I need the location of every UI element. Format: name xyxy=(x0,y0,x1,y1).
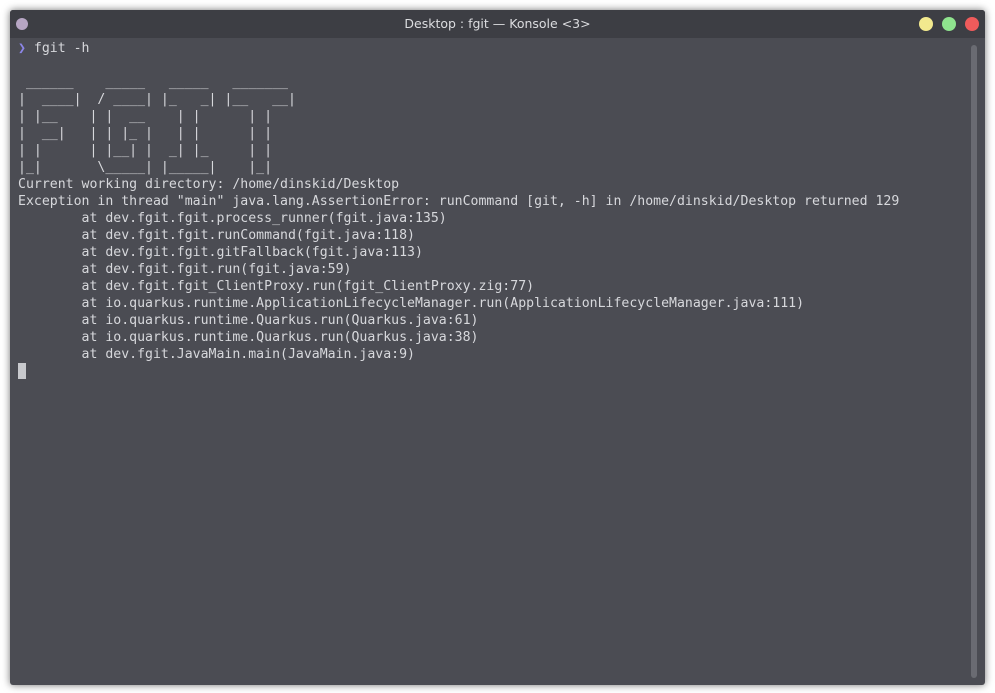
output-line: at io.quarkus.runtime.Quarkus.run(Quarku… xyxy=(18,330,479,345)
output-line: at dev.fgit.fgit_ClientProxy.run(fgit_Cl… xyxy=(18,279,535,294)
output-line: ______ _____ _____ _______ xyxy=(18,75,288,90)
command-text: fgit -h xyxy=(25,41,90,56)
minimize-button[interactable] xyxy=(919,17,933,31)
output-line: at dev.fgit.fgit.process_runner(fgit.jav… xyxy=(18,211,447,226)
maximize-button[interactable] xyxy=(942,17,956,31)
scrollbar-thumb[interactable] xyxy=(971,45,977,678)
title-bar[interactable]: Desktop : fgit — Konsole <3> xyxy=(10,10,985,38)
konsole-window: Desktop : fgit — Konsole <3> ❯ fgit -h _… xyxy=(10,10,985,685)
output-line: | __| | | |_ | | | | | xyxy=(18,126,273,141)
scrollbar[interactable] xyxy=(969,45,979,678)
close-button[interactable] xyxy=(965,17,979,31)
output-line: | ____| / ____| |_ _| |__ __| xyxy=(18,92,296,107)
output-line: | | | |__| | _| |_ | | xyxy=(18,143,273,158)
window-title: Desktop : fgit — Konsole <3> xyxy=(404,16,591,31)
terminal-output[interactable]: ❯ fgit -h ______ _____ _____ _______ | __… xyxy=(10,38,965,685)
text-cursor xyxy=(18,363,26,379)
output-line: at dev.fgit.JavaMain.main(JavaMain.java:… xyxy=(18,347,415,362)
output-line: at io.quarkus.runtime.Quarkus.run(Quarku… xyxy=(18,313,479,328)
output-line: | |__ | | __ | | | | xyxy=(18,109,273,124)
output-line: at dev.fgit.fgit.gitFallback(fgit.java:1… xyxy=(18,245,423,260)
output-line: at dev.fgit.fgit.run(fgit.java:59) xyxy=(18,262,352,277)
output-line: Current working directory: /home/dinskid… xyxy=(18,177,400,192)
output-line: at io.quarkus.runtime.ApplicationLifecyc… xyxy=(18,296,805,311)
prompt-line: ❯ fgit -h xyxy=(18,40,89,57)
output-line: at dev.fgit.fgit.runCommand(fgit.java:11… xyxy=(18,228,415,243)
prompt-symbol: ❯ xyxy=(18,41,26,56)
output-line: |_| \_____| |_____| |_| xyxy=(18,160,273,175)
output-line: Exception in thread "main" java.lang.Ass… xyxy=(18,194,900,209)
